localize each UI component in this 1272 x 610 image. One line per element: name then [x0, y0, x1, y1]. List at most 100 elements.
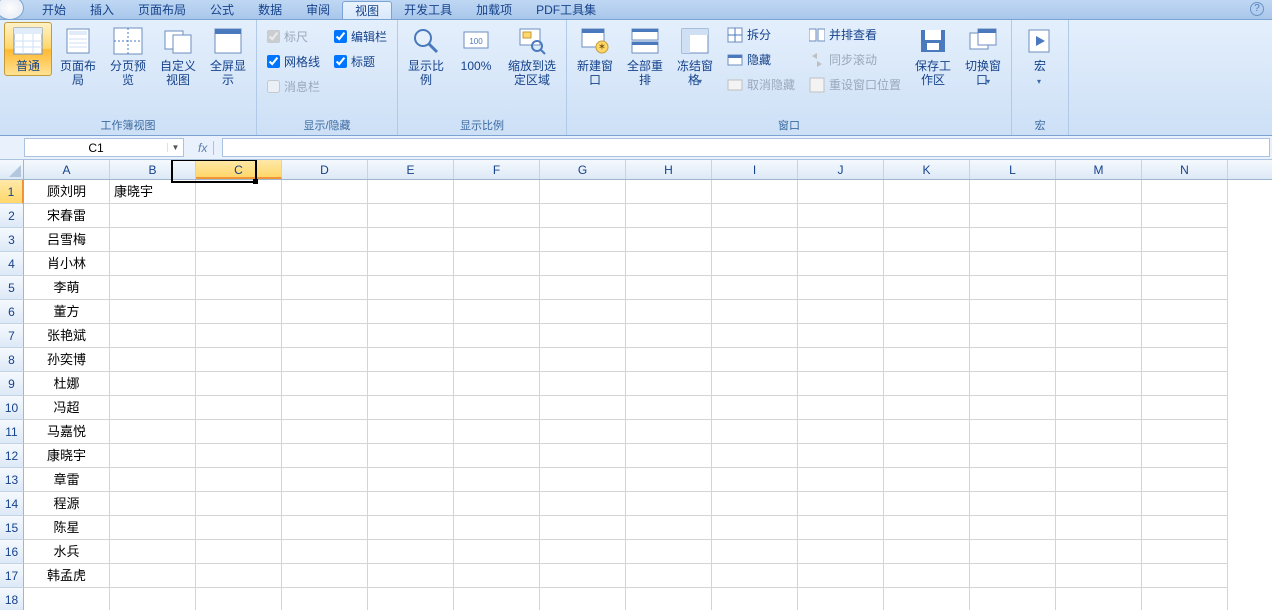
col-header-C[interactable]: C	[196, 160, 282, 179]
cell-A2[interactable]: 宋春雷	[24, 204, 110, 228]
tab-5[interactable]: 审阅	[294, 1, 342, 19]
cell-M18[interactable]	[1056, 588, 1142, 610]
fx-icon[interactable]: fx	[192, 141, 214, 155]
tab-3[interactable]: 公式	[198, 1, 246, 19]
view-page-layout-button[interactable]: 页面布局	[54, 22, 102, 90]
cell-E4[interactable]	[368, 252, 454, 276]
formula-input[interactable]	[222, 138, 1270, 157]
cell-M12[interactable]	[1056, 444, 1142, 468]
cell-D11[interactable]	[282, 420, 368, 444]
cell-B3[interactable]	[110, 228, 196, 252]
freeze-panes-button[interactable]: 冻结窗格▾	[671, 22, 719, 92]
col-header-A[interactable]: A	[24, 160, 110, 179]
cell-K6[interactable]	[884, 300, 970, 324]
cell-H7[interactable]	[626, 324, 712, 348]
cell-L2[interactable]	[970, 204, 1056, 228]
cell-H18[interactable]	[626, 588, 712, 610]
cell-E12[interactable]	[368, 444, 454, 468]
cell-B7[interactable]	[110, 324, 196, 348]
cell-H14[interactable]	[626, 492, 712, 516]
cell-H10[interactable]	[626, 396, 712, 420]
cell-E3[interactable]	[368, 228, 454, 252]
cell-L12[interactable]	[970, 444, 1056, 468]
cell-D10[interactable]	[282, 396, 368, 420]
row-header-3[interactable]: 3	[0, 228, 24, 252]
cell-M17[interactable]	[1056, 564, 1142, 588]
cell-C2[interactable]	[196, 204, 282, 228]
cell-K3[interactable]	[884, 228, 970, 252]
cell-I13[interactable]	[712, 468, 798, 492]
cell-A8[interactable]: 孙奕博	[24, 348, 110, 372]
cell-K13[interactable]	[884, 468, 970, 492]
cell-N17[interactable]	[1142, 564, 1228, 588]
cell-I7[interactable]	[712, 324, 798, 348]
cell-C17[interactable]	[196, 564, 282, 588]
macros-button[interactable]: 宏▾	[1016, 22, 1064, 92]
cell-B9[interactable]	[110, 372, 196, 396]
cell-H6[interactable]	[626, 300, 712, 324]
cell-I1[interactable]	[712, 180, 798, 204]
cell-H13[interactable]	[626, 468, 712, 492]
cell-A18[interactable]	[24, 588, 110, 610]
cell-B4[interactable]	[110, 252, 196, 276]
cell-N18[interactable]	[1142, 588, 1228, 610]
cell-D9[interactable]	[282, 372, 368, 396]
cell-D3[interactable]	[282, 228, 368, 252]
cell-N11[interactable]	[1142, 420, 1228, 444]
col-header-J[interactable]: J	[798, 160, 884, 179]
cell-A5[interactable]: 李萌	[24, 276, 110, 300]
cell-G7[interactable]	[540, 324, 626, 348]
cell-N5[interactable]	[1142, 276, 1228, 300]
cell-E17[interactable]	[368, 564, 454, 588]
cell-E6[interactable]	[368, 300, 454, 324]
row-header-15[interactable]: 15	[0, 516, 24, 540]
cell-E9[interactable]	[368, 372, 454, 396]
cell-J11[interactable]	[798, 420, 884, 444]
cell-N4[interactable]	[1142, 252, 1228, 276]
cell-E7[interactable]	[368, 324, 454, 348]
cell-L15[interactable]	[970, 516, 1056, 540]
switch-window-button[interactable]: 切换窗口▾	[959, 22, 1007, 92]
row-header-5[interactable]: 5	[0, 276, 24, 300]
cell-N13[interactable]	[1142, 468, 1228, 492]
cell-F9[interactable]	[454, 372, 540, 396]
cell-D5[interactable]	[282, 276, 368, 300]
row-header-8[interactable]: 8	[0, 348, 24, 372]
cell-A1[interactable]: 顾刘明	[24, 180, 110, 204]
tab-8[interactable]: 加载项	[464, 1, 524, 19]
cell-H12[interactable]	[626, 444, 712, 468]
zoom-button[interactable]: 显示比例	[402, 22, 450, 90]
cell-J8[interactable]	[798, 348, 884, 372]
cell-E18[interactable]	[368, 588, 454, 610]
cell-L17[interactable]	[970, 564, 1056, 588]
cell-C11[interactable]	[196, 420, 282, 444]
cell-L11[interactable]	[970, 420, 1056, 444]
cell-K16[interactable]	[884, 540, 970, 564]
cell-E8[interactable]	[368, 348, 454, 372]
cell-H1[interactable]	[626, 180, 712, 204]
cell-N2[interactable]	[1142, 204, 1228, 228]
cell-M3[interactable]	[1056, 228, 1142, 252]
cell-A15[interactable]: 陈星	[24, 516, 110, 540]
chk-gridlines[interactable]: 网格线	[261, 51, 326, 72]
cell-C12[interactable]	[196, 444, 282, 468]
cell-D13[interactable]	[282, 468, 368, 492]
cell-F11[interactable]	[454, 420, 540, 444]
col-header-B[interactable]: B	[110, 160, 196, 179]
office-button[interactable]	[0, 0, 24, 20]
tab-7[interactable]: 开发工具	[392, 1, 464, 19]
cell-J13[interactable]	[798, 468, 884, 492]
cell-F10[interactable]	[454, 396, 540, 420]
cell-K2[interactable]	[884, 204, 970, 228]
cell-D12[interactable]	[282, 444, 368, 468]
col-header-I[interactable]: I	[712, 160, 798, 179]
arrange-all-button[interactable]: 全部重排	[621, 22, 669, 90]
cell-H8[interactable]	[626, 348, 712, 372]
cell-B8[interactable]	[110, 348, 196, 372]
cell-I10[interactable]	[712, 396, 798, 420]
cell-E10[interactable]	[368, 396, 454, 420]
view-page-break-button[interactable]: 分页预览	[104, 22, 152, 90]
cell-M14[interactable]	[1056, 492, 1142, 516]
cell-K9[interactable]	[884, 372, 970, 396]
cell-B12[interactable]	[110, 444, 196, 468]
